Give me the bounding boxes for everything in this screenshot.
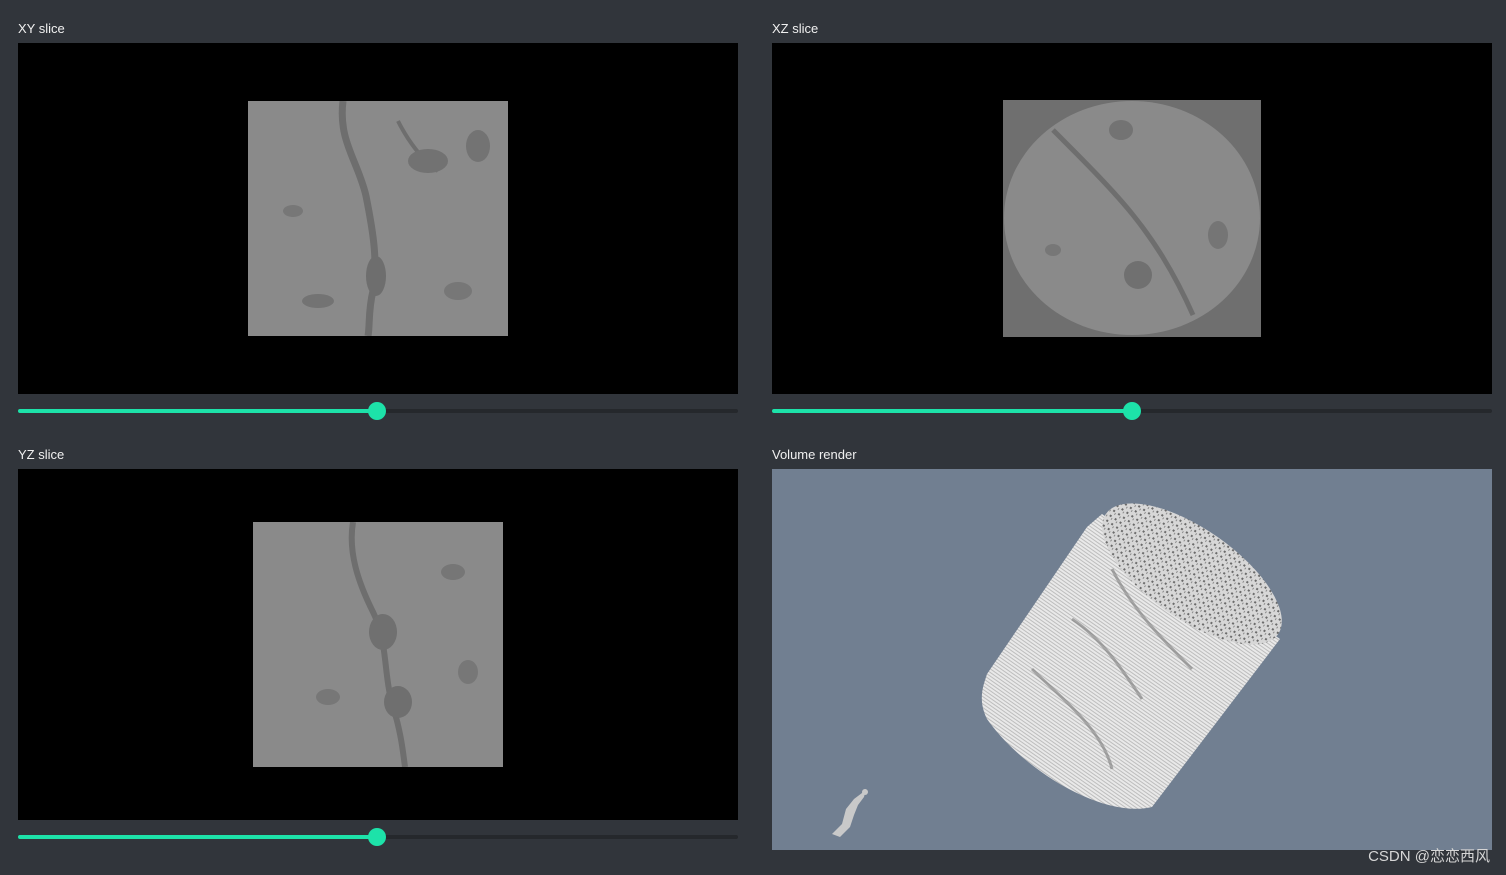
xy-slice-image: [248, 101, 508, 336]
yz-slider-thumb[interactable]: [368, 828, 386, 846]
xz-slider-thumb[interactable]: [1123, 402, 1141, 420]
xz-slice-title: XZ slice: [772, 21, 819, 36]
volume-render-canvas: [832, 503, 1282, 837]
xz-slider-fill: [772, 409, 1132, 413]
yz-slice-slider[interactable]: [18, 828, 738, 846]
xy-slice-title: XY slice: [18, 21, 65, 36]
volume-render-title: Volume render: [772, 447, 857, 462]
yz-slice-image: [253, 522, 503, 767]
xy-slider-thumb[interactable]: [368, 402, 386, 420]
xz-slice-slider[interactable]: [772, 402, 1492, 420]
yz-slice-title: YZ slice: [18, 447, 65, 462]
watermark-text: CSDN @恋恋西风: [1368, 848, 1490, 865]
xy-slice-viewport[interactable]: [18, 43, 738, 394]
scale-figure-icon: [832, 789, 868, 837]
yz-slider-fill: [18, 835, 377, 839]
xz-slice-image: [1003, 100, 1261, 337]
rock-core-cylinder: [981, 503, 1282, 809]
xy-slice-slider[interactable]: [18, 402, 738, 420]
yz-slice-viewport[interactable]: [18, 469, 738, 820]
xy-slider-fill: [18, 409, 377, 413]
volume-render-viewport[interactable]: [772, 469, 1492, 850]
xz-slice-viewport[interactable]: [772, 43, 1492, 394]
